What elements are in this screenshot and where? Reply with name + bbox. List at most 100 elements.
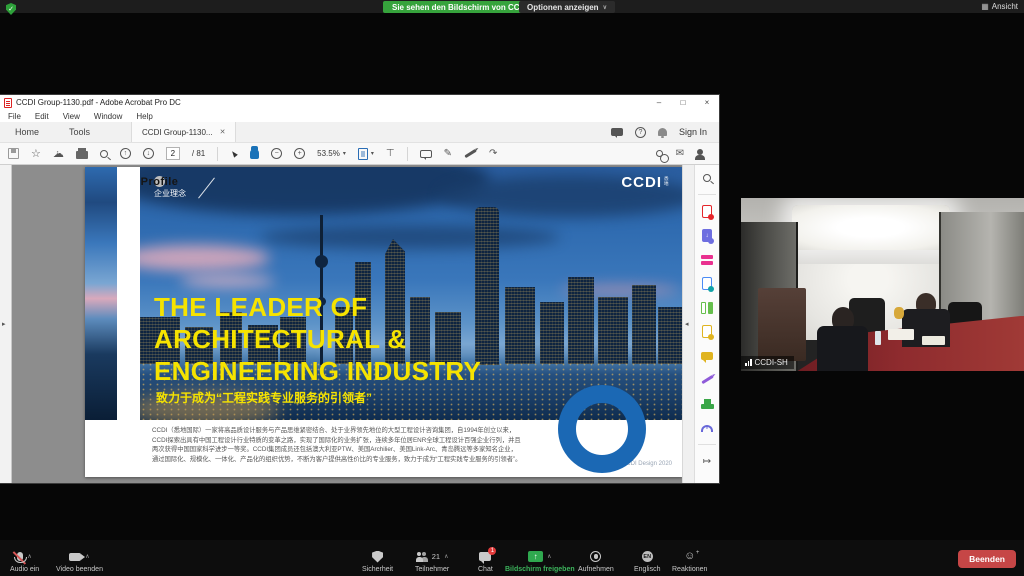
expand-right-icon[interactable]: ▸ [2, 320, 6, 328]
comment-tool-icon[interactable] [420, 150, 432, 158]
chevron-up-icon[interactable]: ∧ [444, 553, 448, 560]
organize-pages-icon[interactable] [701, 302, 713, 314]
body-line: 通过国际化、规模化、一体化、产品化的组织优势，不断为客户提供高性价比的专业服务，… [152, 455, 622, 465]
pdf-page: Profile 企业理念 CCDI 悉地 THE LEADER OF ARCHI… [85, 167, 682, 477]
tab-home[interactable]: Home [0, 122, 54, 142]
language-label: Englisch [634, 566, 660, 573]
page-number-input[interactable]: 2 [166, 147, 180, 160]
request-signatures-icon[interactable] [702, 325, 712, 338]
next-page-icon[interactable]: ↓ [143, 148, 154, 159]
body-line: CCDI（悉地国际）一家将高品质设计服务与产品思维紧密结合、处于业界领先地位的大… [152, 426, 622, 436]
security-control[interactable]: Sicherheit [362, 550, 393, 573]
chevron-up-icon[interactable]: ∧ [27, 553, 31, 560]
tab-bar: Home Tools CCDI Group-1130... ✕ ? Sign I… [0, 122, 719, 143]
zoom-in-icon[interactable]: + [294, 148, 305, 159]
cloud [140, 167, 490, 215]
print-icon[interactable] [76, 151, 88, 159]
tab-document[interactable]: CCDI Group-1130... ✕ [131, 122, 236, 142]
zoom-out-icon[interactable]: − [271, 148, 282, 159]
view-options-button[interactable]: Optionen anzeigen ∨ [519, 1, 615, 13]
pencil-tool-icon[interactable]: ✎ [444, 148, 452, 159]
notifications-bell-icon[interactable] [658, 128, 667, 136]
minimize-button[interactable]: – [647, 98, 671, 107]
feedback-bubble-icon[interactable] [611, 128, 623, 136]
export-pdf-icon[interactable]: ↓ [702, 229, 712, 242]
fit-page-icon [358, 148, 368, 160]
previous-page-icon[interactable]: ↑ [120, 148, 131, 159]
create-pdf-icon[interactable] [702, 205, 712, 218]
chevron-up-icon[interactable]: ∧ [85, 553, 89, 560]
close-button[interactable]: × [695, 98, 719, 107]
language-control[interactable]: EN Englisch [634, 550, 660, 573]
building [568, 277, 594, 364]
chat-control[interactable]: 1 Chat [478, 550, 493, 573]
participant-video[interactable]: CCDI-SH [741, 198, 1024, 371]
audio-label: Audio ein [10, 566, 39, 573]
expand-pane-icon[interactable]: ↦ [703, 456, 711, 467]
menu-bar: File Edit View Window Help [0, 110, 719, 122]
divider [698, 444, 716, 445]
tab-tools[interactable]: Tools [54, 122, 105, 142]
maximize-button[interactable]: □ [671, 98, 695, 107]
water-bottle [875, 331, 880, 345]
leave-meeting-button[interactable]: Beenden [958, 550, 1016, 568]
fill-sign-icon[interactable] [701, 375, 713, 384]
tab-document-label: CCDI Group-1130... [142, 128, 213, 137]
video-control[interactable]: ∧ Video beenden [56, 550, 103, 573]
hand-tool-icon[interactable] [250, 149, 259, 159]
email-icon[interactable]: ✉ [676, 148, 684, 159]
document-area: Profile 企业理念 CCDI 悉地 THE LEADER OF ARCHI… [0, 165, 719, 483]
chevron-down-icon: ▾ [343, 150, 346, 157]
pdf-file-icon [4, 98, 12, 108]
menu-file[interactable]: File [8, 112, 21, 121]
favorite-star-icon[interactable]: ☆ [31, 147, 41, 160]
edit-pdf-icon[interactable] [701, 255, 713, 265]
close-tab-icon[interactable]: ✕ [220, 128, 226, 136]
sign-tool-icon[interactable] [464, 149, 476, 158]
window-title: CCDI Group-1130.pdf - Adobe Acrobat Pro … [16, 98, 181, 107]
fit-page-select[interactable]: ▾ [358, 148, 374, 160]
ccdi-logo-cn: 悉地 [664, 176, 670, 186]
record-control[interactable]: Aufnehmen [578, 550, 614, 573]
menu-window[interactable]: Window [94, 112, 122, 121]
participants-control[interactable]: 21∧ Teilnehmer [415, 550, 449, 573]
menu-edit[interactable]: Edit [35, 112, 49, 121]
nav-pane-collapsed[interactable]: ▸ [0, 165, 12, 483]
cloud-pink [180, 275, 275, 287]
reactions-control[interactable]: ☺+ Reaktionen [672, 550, 707, 573]
view-label: Ansicht [992, 2, 1018, 11]
view-button[interactable]: ▦ Ansicht [981, 2, 1018, 11]
menu-view[interactable]: View [63, 112, 80, 121]
chevron-up-icon[interactable]: ∧ [547, 553, 551, 560]
save-icon[interactable] [8, 148, 19, 159]
select-tool-icon[interactable]: ▲ [227, 146, 241, 160]
slide-title: THE LEADER OF ARCHITECTURAL & ENGINEERIN… [154, 291, 481, 387]
table-decoration [894, 307, 904, 319]
measure-tool-icon[interactable]: ⊤ [386, 148, 395, 159]
help-icon[interactable]: ? [635, 127, 646, 138]
page-transform-icon[interactable]: ↷ [489, 148, 497, 159]
security-shield-icon: ✓ [6, 3, 16, 15]
search-icon[interactable] [100, 150, 108, 158]
menu-help[interactable]: Help [136, 112, 152, 121]
acrobat-window: CCDI Group-1130.pdf - Adobe Acrobat Pro … [0, 95, 719, 483]
stamp-icon[interactable] [701, 404, 714, 409]
collapse-left-icon[interactable]: ◂ [685, 320, 689, 328]
zoom-level-select[interactable]: 53.5% ▾ [317, 149, 346, 158]
convert-pdf-icon[interactable] [702, 277, 712, 290]
divider [698, 194, 716, 195]
language-icon: EN [642, 551, 653, 562]
share-upload-icon[interactable]: ☁↑ [53, 149, 64, 159]
slide-title-line2: ARCHITECTURAL & [154, 323, 481, 355]
add-user-icon[interactable] [697, 149, 703, 155]
sign-in-button[interactable]: Sign In [679, 127, 707, 137]
share-link-icon[interactable] [656, 150, 663, 157]
search-tools-icon[interactable] [703, 174, 711, 182]
divider [217, 147, 218, 161]
zoom-level-value: 53.5% [317, 149, 340, 158]
share-screen-control[interactable]: ↑∧ Bildschirm freigeben [505, 550, 575, 573]
comment-icon[interactable] [701, 352, 713, 360]
scrollbar-track[interactable]: ◂ [682, 165, 694, 483]
microphone-muted-icon [17, 552, 23, 561]
audio-control[interactable]: ∧ Audio ein [10, 550, 39, 573]
